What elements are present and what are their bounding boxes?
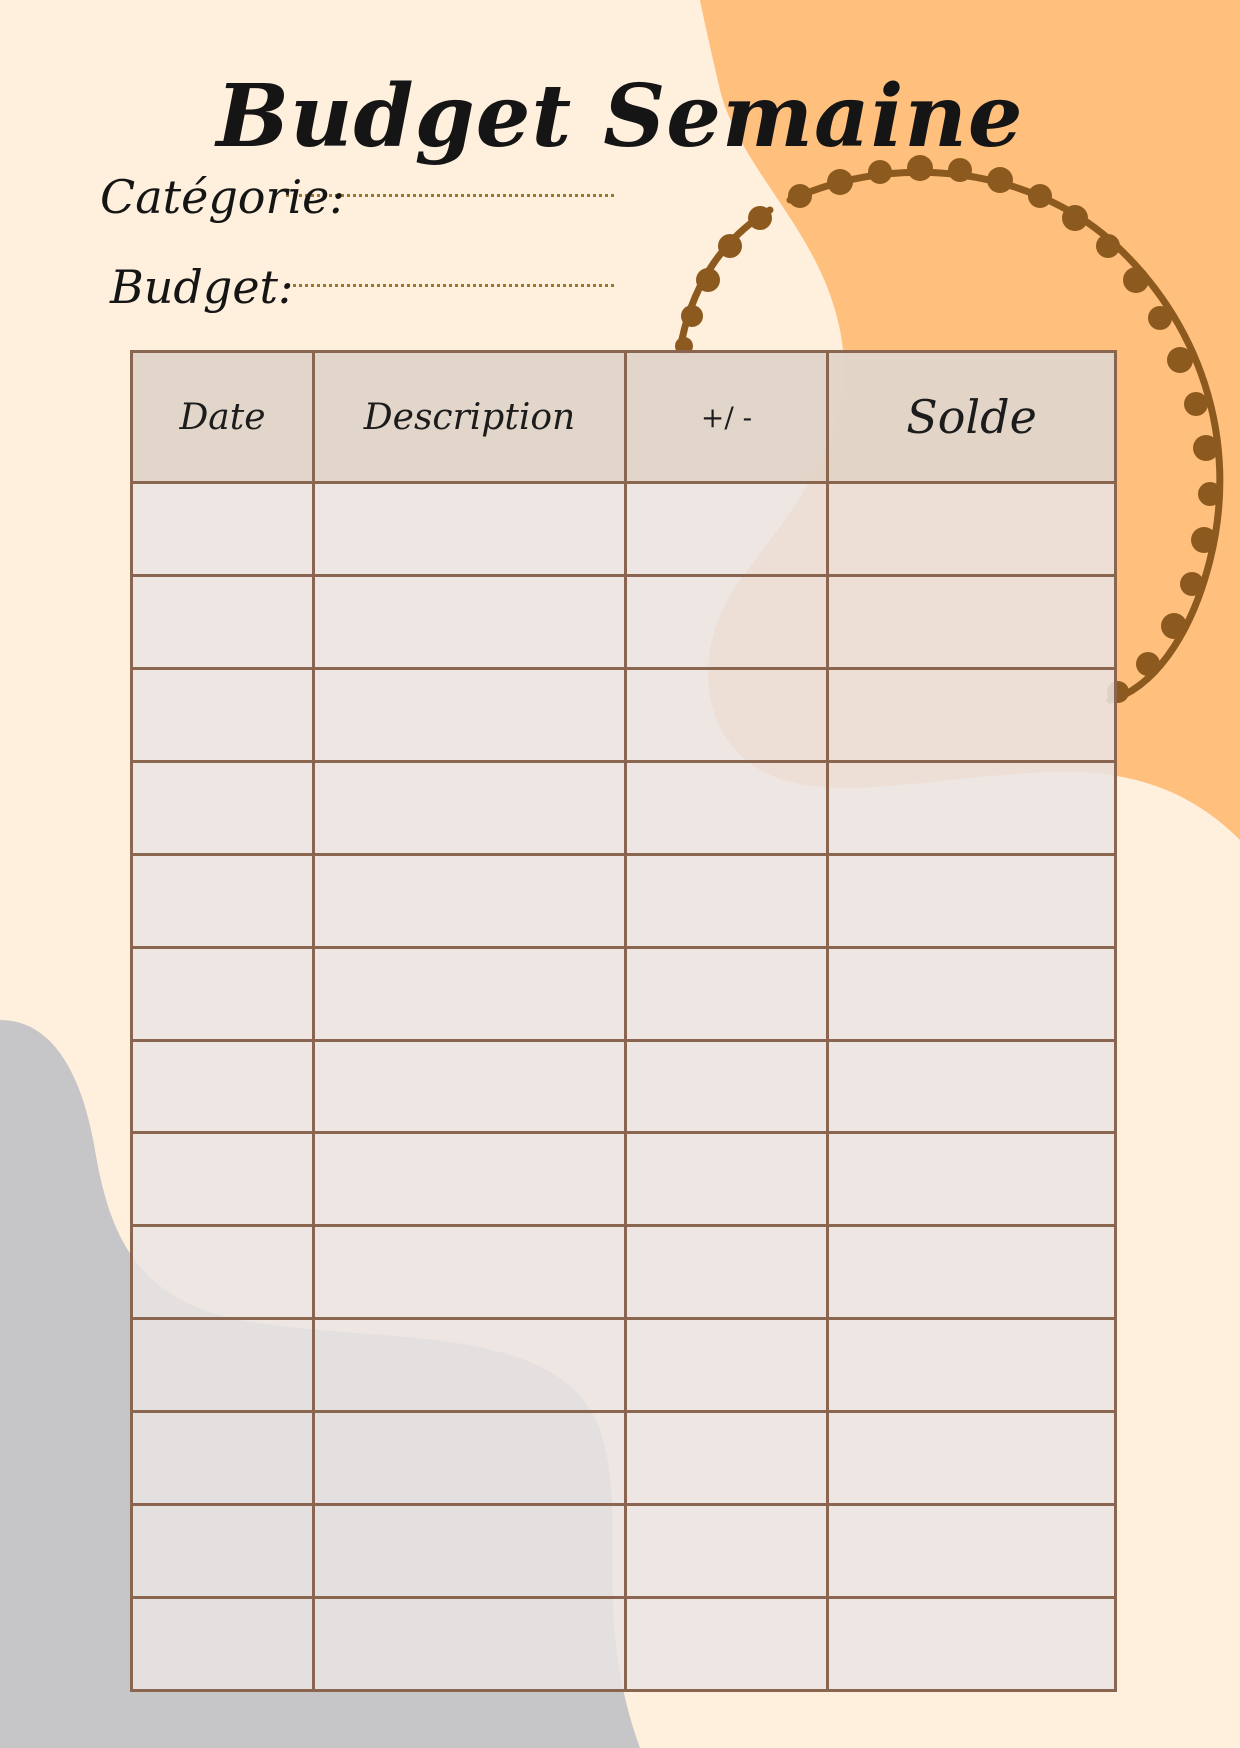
table-row [130, 945, 1117, 1042]
budget-field[interactable]: Budget: [110, 250, 630, 310]
budget-label: Budget: [110, 260, 294, 314]
header-date: Date [130, 350, 315, 484]
cell-description[interactable] [312, 1503, 627, 1600]
cell-description[interactable] [312, 1131, 627, 1228]
cell-balance[interactable] [826, 852, 1117, 949]
cell-date[interactable] [130, 666, 315, 763]
cell-balance[interactable] [826, 1224, 1117, 1321]
cell-date[interactable] [130, 945, 315, 1042]
cell-date[interactable] [130, 1131, 315, 1228]
cell-balance[interactable] [826, 481, 1117, 577]
page-title: Budget Semaine [216, 65, 1024, 167]
cell-date[interactable] [130, 481, 315, 577]
cell-balance[interactable] [826, 759, 1117, 856]
table-row [130, 1131, 1117, 1228]
cell-amount[interactable] [624, 481, 829, 577]
cell-description[interactable] [312, 573, 627, 670]
cell-balance[interactable] [826, 1596, 1117, 1692]
cell-amount[interactable] [624, 1503, 829, 1600]
table-row [130, 1038, 1117, 1135]
table-row [130, 1317, 1117, 1414]
table-row [130, 1224, 1117, 1321]
cell-amount[interactable] [624, 852, 829, 949]
cell-amount[interactable] [624, 1317, 829, 1414]
cell-date[interactable] [130, 759, 315, 856]
cell-date[interactable] [130, 573, 315, 670]
cell-date[interactable] [130, 1410, 315, 1507]
cell-description[interactable] [312, 1317, 627, 1414]
cell-description[interactable] [312, 666, 627, 763]
cell-amount[interactable] [624, 945, 829, 1042]
cell-description[interactable] [312, 945, 627, 1042]
cell-date[interactable] [130, 1596, 315, 1692]
cell-description[interactable] [312, 481, 627, 577]
table-row [130, 666, 1117, 763]
cell-amount[interactable] [624, 759, 829, 856]
cell-description[interactable] [312, 1224, 627, 1321]
cell-amount[interactable] [624, 666, 829, 763]
table-row [130, 481, 1117, 577]
cell-balance[interactable] [826, 1131, 1117, 1228]
cell-balance[interactable] [826, 666, 1117, 763]
cell-balance[interactable] [826, 945, 1117, 1042]
cell-amount[interactable] [624, 1410, 829, 1507]
cell-date[interactable] [130, 1224, 315, 1321]
cell-amount[interactable] [624, 573, 829, 670]
cell-description[interactable] [312, 1596, 627, 1692]
header-amount: +/ - [624, 350, 829, 484]
table-row [130, 1596, 1117, 1692]
table-row [130, 759, 1117, 856]
cell-description[interactable] [312, 1038, 627, 1135]
cell-balance[interactable] [826, 573, 1117, 670]
table-row [130, 1410, 1117, 1507]
cell-amount[interactable] [624, 1224, 829, 1321]
table-header-row: Date Description +/ - Solde [130, 350, 1117, 484]
cell-balance[interactable] [826, 1317, 1117, 1414]
category-field[interactable]: Catégorie: [100, 160, 620, 220]
cell-date[interactable] [130, 1503, 315, 1600]
table-row [130, 852, 1117, 949]
table-row [130, 1503, 1117, 1600]
table-row [130, 573, 1117, 670]
category-label: Catégorie: [100, 170, 345, 224]
cell-date[interactable] [130, 1038, 315, 1135]
cell-balance[interactable] [826, 1038, 1117, 1135]
cell-amount[interactable] [624, 1596, 829, 1692]
cell-balance[interactable] [826, 1410, 1117, 1507]
cell-date[interactable] [130, 852, 315, 949]
cell-description[interactable] [312, 1410, 627, 1507]
table-body [130, 481, 1117, 1692]
cell-amount[interactable] [624, 1038, 829, 1135]
cell-description[interactable] [312, 759, 627, 856]
cell-amount[interactable] [624, 1131, 829, 1228]
header-description: Description [312, 350, 627, 484]
budget-table: Date Description +/ - Solde [130, 350, 1117, 1692]
cell-date[interactable] [130, 1317, 315, 1414]
header-balance: Solde [826, 350, 1117, 484]
cell-balance[interactable] [826, 1503, 1117, 1600]
cell-description[interactable] [312, 852, 627, 949]
